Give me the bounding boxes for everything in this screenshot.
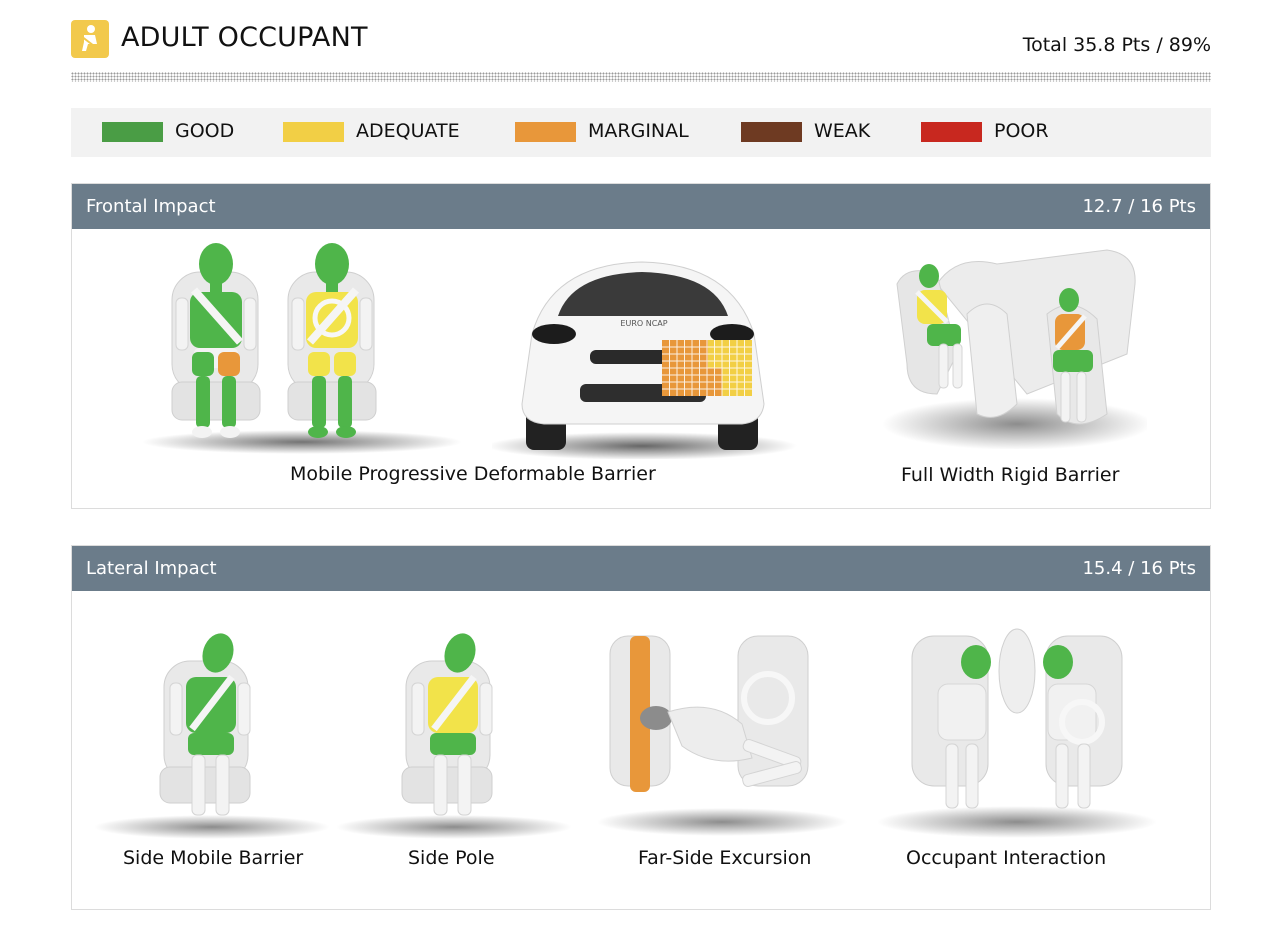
- dotted-divider: [71, 72, 1211, 82]
- page-header: ADULT OCCUPANT Total 35.8 Pts / 89%: [71, 20, 1211, 60]
- section-header: Lateral Impact 15.4 / 16 Pts: [72, 546, 1210, 591]
- car-front-figure: EURO NCAP: [492, 261, 797, 459]
- section-title: Lateral Impact: [86, 558, 217, 579]
- legend-label: GOOD: [175, 120, 235, 142]
- legend-label: ADEQUATE: [356, 120, 460, 142]
- side-pole-figure: [336, 633, 572, 839]
- side-mobile-barrier-figure: [94, 633, 330, 839]
- lateral-impact-section: Lateral Impact 15.4 / 16 Pts Side Mobile…: [71, 545, 1211, 910]
- mpdb-dummies-figure: [142, 243, 462, 454]
- seated-occupant-icon: [71, 20, 109, 58]
- caption-side-pole: Side Pole: [408, 847, 495, 869]
- passenger-dummy: [287, 243, 377, 438]
- legend-swatch: [283, 122, 344, 142]
- section-points: 15.4 / 16 Pts: [1082, 558, 1196, 579]
- frontal-impact-section: Frontal Impact 12.7 / 16 Pts EURO NCAP M…: [71, 183, 1211, 509]
- car-logo-text: EURO NCAP: [620, 319, 667, 328]
- rating-legend: GOOD ADEQUATE MARGINAL WEAK POOR: [71, 108, 1211, 157]
- section-title: Frontal Impact: [86, 196, 216, 217]
- driver-dummy: [171, 243, 261, 438]
- caption-side-mobile-barrier: Side Mobile Barrier: [123, 847, 304, 869]
- deformation-grid: [662, 340, 752, 396]
- legend-label: WEAK: [814, 120, 871, 142]
- caption-far-side-excursion: Far-Side Excursion: [638, 847, 812, 869]
- caption-occupant-interaction: Occupant Interaction: [906, 847, 1107, 869]
- total-score: Total 35.8 Pts / 89%: [1022, 34, 1211, 56]
- legend-swatch: [741, 122, 802, 142]
- legend-label: POOR: [994, 120, 1049, 142]
- legend-swatch: [921, 122, 982, 142]
- caption-mpdb: Mobile Progressive Deformable Barrier: [290, 463, 656, 485]
- occupant-interaction-figure: [877, 628, 1157, 838]
- legend-swatch: [515, 122, 576, 142]
- fwrb-figure: [882, 249, 1147, 449]
- far-side-excursion-figure: [597, 635, 847, 836]
- legend-swatch: [102, 122, 163, 142]
- caption-fwrb: Full Width Rigid Barrier: [901, 464, 1120, 486]
- section-points: 12.7 / 16 Pts: [1082, 196, 1196, 217]
- legend-label: MARGINAL: [588, 120, 689, 142]
- page-title: ADULT OCCUPANT: [121, 22, 368, 53]
- section-header: Frontal Impact 12.7 / 16 Pts: [72, 184, 1210, 229]
